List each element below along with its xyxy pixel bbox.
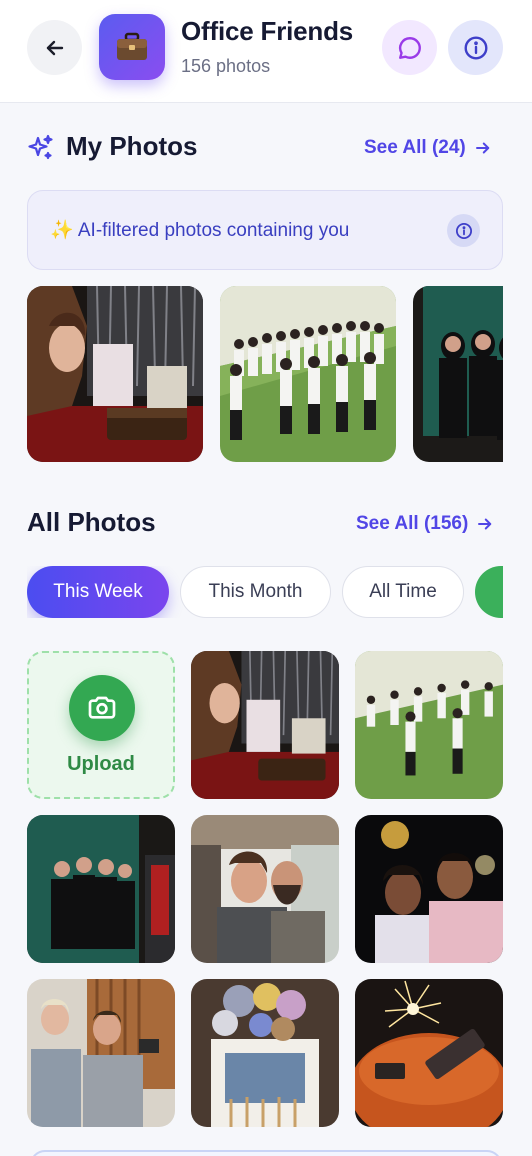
sparkles-icon — [27, 134, 55, 162]
my-photos-title: My Photos — [66, 131, 198, 161]
upload-button[interactable] — [69, 675, 135, 741]
time-filter-chips: This Week This Month All Time — [27, 566, 503, 618]
photo-thumbnail[interactable] — [413, 286, 503, 462]
camera-icon — [86, 692, 118, 724]
photo-thumbnail[interactable] — [220, 286, 396, 462]
photo-thumbnail[interactable] — [191, 651, 339, 799]
photo-thumbnail[interactable] — [27, 979, 175, 1127]
info-icon — [455, 222, 473, 240]
arrow-right-icon — [474, 139, 492, 157]
bottom-card-peek — [30, 1150, 502, 1156]
photo-thumbnail[interactable] — [191, 815, 339, 963]
arrow-left-icon — [43, 36, 67, 60]
upload-label: Upload — [67, 753, 135, 775]
photo-thumbnail[interactable] — [191, 979, 339, 1127]
chat-bubble-icon — [397, 35, 423, 61]
arrow-right-icon — [476, 515, 494, 533]
filter-all-time[interactable]: All Time — [342, 566, 464, 618]
upload-tile[interactable]: Upload — [27, 651, 175, 799]
see-all-label: See All (24) — [364, 137, 466, 158]
photo-thumbnail[interactable] — [27, 286, 203, 462]
album-screen: Office Friends 156 photos My Photos See … — [0, 0, 532, 1156]
ai-filter-banner: ✨ AI-filtered photos containing you — [27, 190, 503, 270]
chat-button[interactable] — [382, 20, 437, 75]
photo-thumbnail[interactable] — [355, 815, 503, 963]
filter-this-week[interactable]: This Week — [27, 566, 169, 618]
info-icon — [463, 35, 489, 61]
my-photos-see-all[interactable]: See All (24) — [364, 137, 492, 159]
album-title: Office Friends — [181, 16, 354, 46]
album-avatar — [99, 14, 165, 80]
album-header: Office Friends 156 photos — [0, 0, 532, 103]
all-photos-title: All Photos — [27, 507, 156, 537]
ai-info-button[interactable] — [447, 214, 480, 247]
ai-filter-text: ✨ AI-filtered photos containing you — [50, 220, 350, 241]
photo-thumbnail[interactable] — [355, 651, 503, 799]
briefcase-icon — [115, 32, 149, 62]
back-button[interactable] — [27, 20, 82, 75]
all-photos-see-all[interactable]: See All (156) — [356, 513, 494, 535]
my-photos-strip — [27, 286, 503, 462]
filter-more[interactable] — [475, 566, 503, 618]
info-button[interactable] — [448, 20, 503, 75]
see-all-label: See All (156) — [356, 513, 469, 534]
photo-thumbnail[interactable] — [355, 979, 503, 1127]
photo-count: 156 photos — [181, 56, 271, 76]
photo-thumbnail[interactable] — [27, 815, 175, 963]
filter-this-month[interactable]: This Month — [180, 566, 331, 618]
